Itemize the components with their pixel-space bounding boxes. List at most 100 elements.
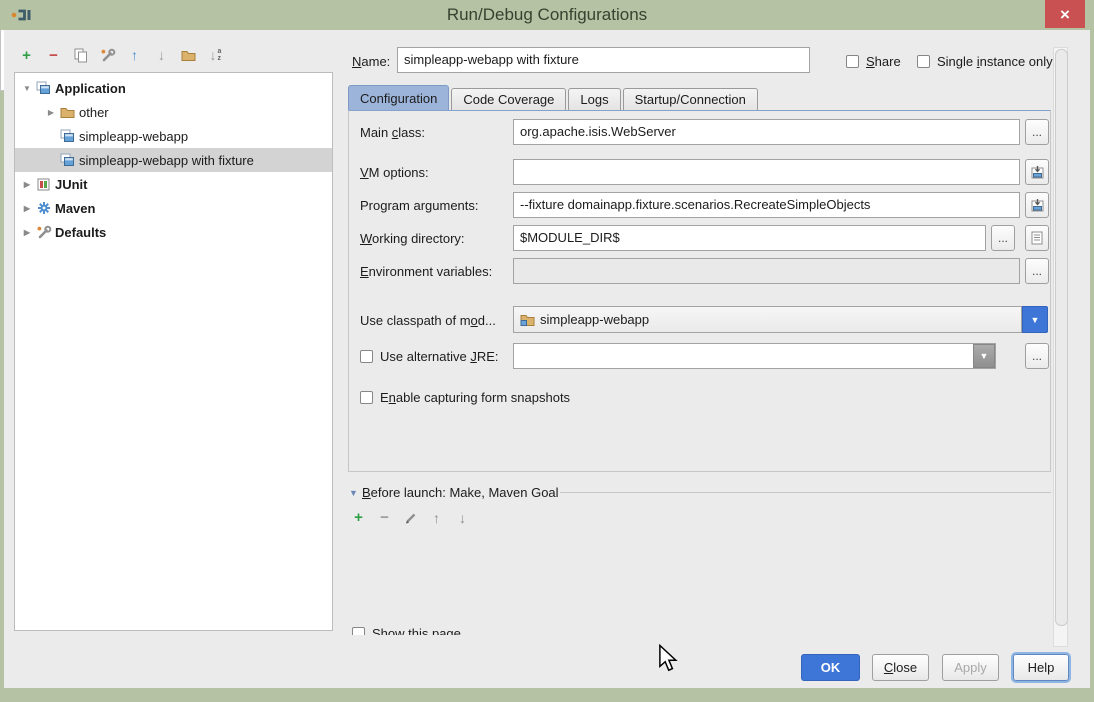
sort-arrow-icon: ↓	[210, 47, 217, 63]
before-launch-move-up-button[interactable]: ↑	[428, 509, 445, 526]
before-launch-add-button[interactable]: +	[350, 509, 367, 526]
sort-az-icon: az	[218, 48, 222, 62]
tree-toolbar: + − ↑ ↓ ↓ az	[18, 45, 224, 65]
before-launch-header[interactable]: Before launch: Make, Maven Goal	[362, 485, 559, 500]
before-launch-remove-button[interactable]: −	[376, 509, 393, 526]
before-launch-move-down-button[interactable]: ↓	[454, 509, 471, 526]
vm-options-input[interactable]	[513, 159, 1020, 185]
single-instance-checkbox[interactable]	[917, 55, 930, 68]
collapse-arrow-icon[interactable]: ▼	[19, 84, 35, 93]
environment-variables-browse-button[interactable]: ...	[1025, 258, 1049, 284]
working-directory-input[interactable]: $MODULE_DIR$	[513, 225, 986, 251]
help-button[interactable]: Help	[1013, 654, 1069, 681]
tree-item-label: simpleapp-webapp	[79, 129, 188, 144]
expand-arrow-icon[interactable]: ▶	[19, 204, 35, 213]
application-icon	[35, 81, 52, 95]
wrench-icon	[100, 48, 116, 63]
show-this-page-checkbox-row[interactable]: Show this page	[352, 626, 461, 635]
clipped-checkbox-row: Show this page	[348, 624, 648, 635]
copy-icon	[74, 48, 88, 63]
show-this-page-checkbox[interactable]	[352, 627, 365, 635]
tree-item-junit[interactable]: ▶ JUnit	[15, 172, 332, 196]
environment-variables-input[interactable]	[513, 258, 1020, 284]
move-down-button[interactable]: ↓	[153, 47, 170, 64]
expand-editor-icon	[1030, 198, 1045, 213]
tab-configuration[interactable]: Configuration	[348, 85, 449, 111]
tree-item-label: simpleapp-webapp with fixture	[79, 153, 254, 168]
dropdown-arrow-icon: ▼	[1031, 315, 1040, 325]
sort-configurations-button[interactable]: ↓ az	[207, 47, 224, 64]
form-snapshots-checkbox[interactable]	[360, 391, 373, 404]
tree-item-simpleapp-webapp[interactable]: simpleapp-webapp	[15, 124, 332, 148]
working-directory-browse-button[interactable]: ...	[991, 225, 1015, 251]
ok-button[interactable]: OK	[801, 654, 860, 681]
vm-options-expand-button[interactable]	[1025, 159, 1049, 185]
dropdown-arrow-icon: ▼	[980, 351, 989, 361]
ellipsis-icon: ...	[1032, 264, 1042, 278]
classpath-module-select[interactable]: simpleapp-webapp	[513, 306, 1022, 333]
tree-item-application[interactable]: ▼ Application	[15, 76, 332, 100]
tab-logs[interactable]: Logs	[568, 88, 620, 111]
form-snapshots-checkbox-row[interactable]: Enable capturing form snapshots	[360, 390, 570, 405]
share-label: Share	[866, 54, 901, 69]
tree-item-maven[interactable]: ▶ Maven	[15, 196, 332, 220]
expand-arrow-icon[interactable]: ▶	[43, 108, 59, 117]
program-arguments-label: Program arguments:	[360, 198, 479, 213]
before-launch-edit-button[interactable]	[402, 509, 419, 526]
scrollbar-thumb[interactable]	[1055, 49, 1068, 626]
tree-item-other[interactable]: ▶ other	[15, 100, 332, 124]
close-dialog-button[interactable]: Close	[872, 654, 929, 681]
copy-configuration-button[interactable]	[72, 47, 89, 64]
show-this-page-label: Show this page	[372, 626, 461, 635]
classpath-module-dropdown-button[interactable]: ▼	[1022, 306, 1048, 333]
pencil-icon	[404, 511, 418, 525]
tree-item-defaults[interactable]: ▶ Defaults	[15, 220, 332, 244]
expand-arrow-icon[interactable]: ▶	[19, 228, 35, 237]
wrench-icon	[35, 225, 52, 240]
document-icon	[1031, 231, 1043, 245]
main-class-label: Main class:	[360, 125, 425, 140]
alternative-jre-checkbox[interactable]	[360, 350, 373, 363]
expand-arrow-icon[interactable]: ▶	[19, 180, 35, 189]
folder-group-button[interactable]	[180, 47, 197, 64]
program-arguments-expand-button[interactable]	[1025, 192, 1049, 218]
move-up-button[interactable]: ↑	[126, 47, 143, 64]
remove-configuration-button[interactable]: −	[45, 47, 62, 64]
vm-options-label: VM options:	[360, 165, 429, 180]
add-configuration-button[interactable]: +	[18, 47, 35, 64]
alternative-jre-input[interactable]	[513, 343, 996, 369]
before-launch-separator	[560, 492, 1051, 493]
close-button[interactable]: ×	[1045, 0, 1085, 28]
maven-icon	[35, 201, 52, 215]
main-class-input[interactable]: org.apache.isis.WebServer	[513, 119, 1020, 145]
tree-item-label: Application	[55, 81, 126, 96]
before-launch-collapse-icon[interactable]: ▼	[349, 488, 358, 498]
folder-icon	[181, 49, 196, 61]
vertical-scrollbar[interactable]	[1053, 47, 1068, 647]
name-input[interactable]: simpleapp-webapp with fixture	[397, 47, 810, 73]
configurations-tree: ▼ Application ▶ other simpleapp-	[14, 72, 333, 631]
folder-icon	[59, 106, 76, 118]
share-checkbox[interactable]	[846, 55, 859, 68]
edit-defaults-button[interactable]	[99, 47, 116, 64]
tab-code-coverage[interactable]: Code Coverage	[451, 88, 566, 111]
application-icon	[59, 129, 76, 143]
alternative-jre-label: Use alternative JRE:	[380, 349, 499, 364]
share-checkbox-row[interactable]: Share	[846, 54, 901, 69]
close-icon: ×	[1060, 6, 1070, 23]
alternative-jre-dropdown-button[interactable]: ▼	[973, 344, 995, 368]
main-class-browse-button[interactable]: ...	[1025, 119, 1049, 145]
application-icon	[59, 153, 76, 167]
single-instance-checkbox-row[interactable]: Single instance only	[917, 54, 1053, 69]
working-directory-label: Working directory:	[360, 231, 465, 246]
tab-startup-connection[interactable]: Startup/Connection	[623, 88, 758, 111]
apply-button[interactable]: Apply	[942, 654, 999, 681]
titlebar[interactable]: Run/Debug Configurations ×	[0, 0, 1094, 30]
working-directory-macros-button[interactable]	[1025, 225, 1049, 251]
tree-item-simpleapp-webapp-with-fixture[interactable]: simpleapp-webapp with fixture	[15, 148, 332, 172]
expand-editor-icon	[1030, 165, 1045, 180]
alternative-jre-checkbox-row[interactable]: Use alternative JRE:	[360, 349, 499, 364]
program-arguments-input[interactable]: --fixture domainapp.fixture.scenarios.Re…	[513, 192, 1020, 218]
alternative-jre-browse-button[interactable]: ...	[1025, 343, 1049, 369]
classpath-module-label: Use classpath of mod...	[360, 313, 496, 328]
